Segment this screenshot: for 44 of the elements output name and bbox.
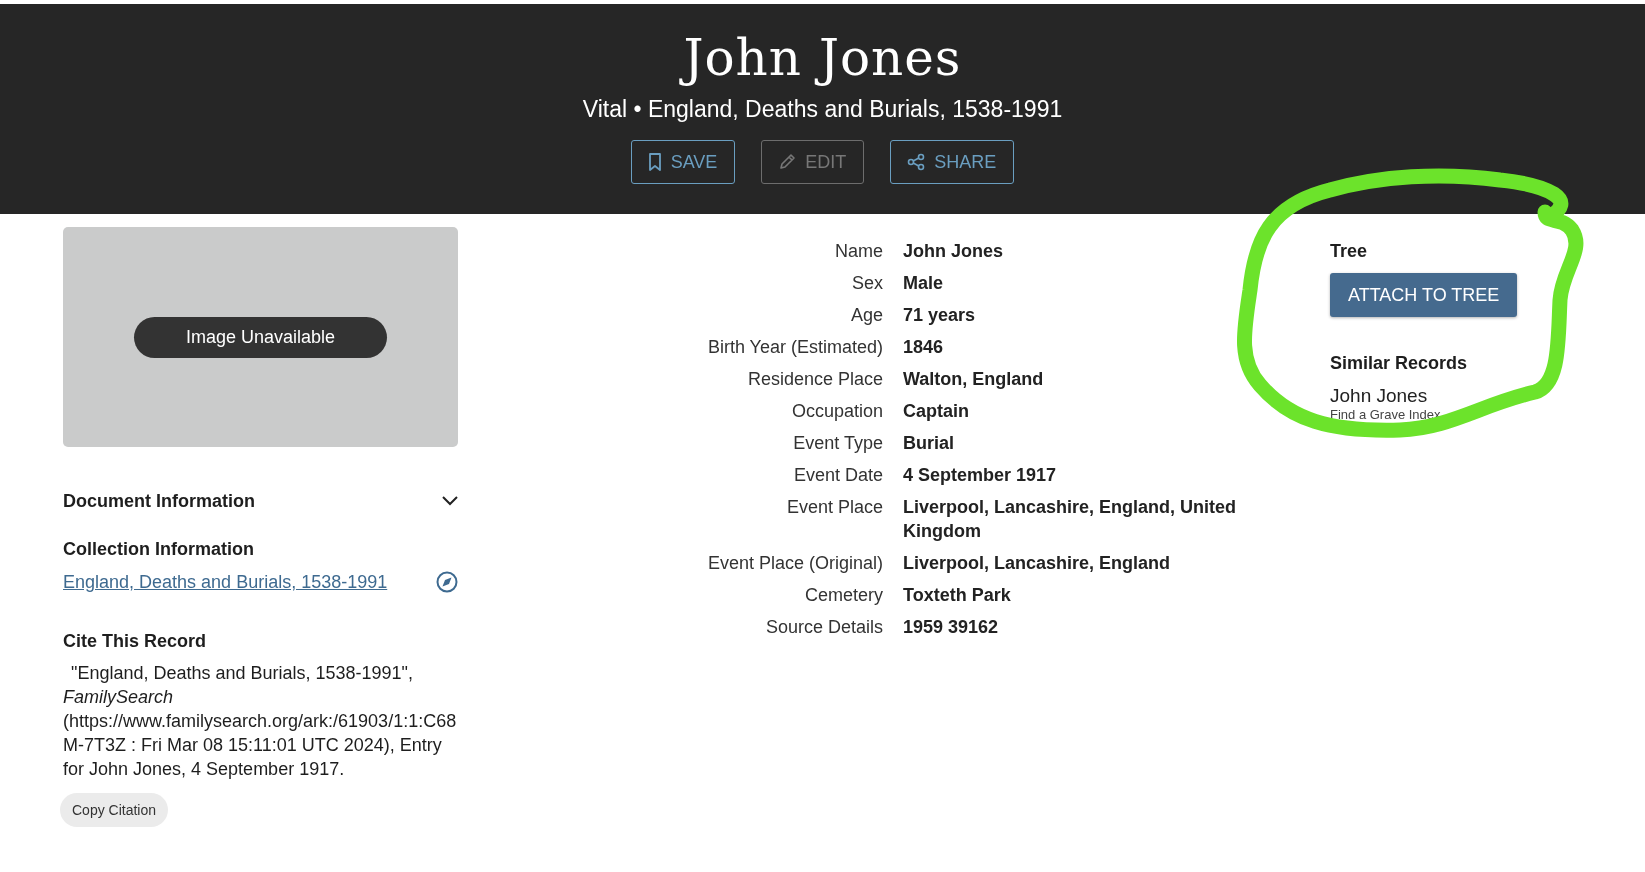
fact-label: Source Details — [764, 616, 883, 639]
copy-citation-button[interactable]: Copy Citation — [60, 793, 169, 827]
fact-value: 1846 — [903, 336, 945, 359]
section-heading: Similar Records — [1330, 352, 1469, 375]
image-unavailable-label: Image Unavailable — [134, 316, 387, 358]
fact-label: Cemetery — [803, 584, 883, 607]
fact-label: Event Type — [792, 432, 883, 455]
share-button[interactable]: SHARE — [890, 140, 1015, 184]
attach-to-tree-button[interactable]: ATTACH TO TREE — [1330, 273, 1518, 317]
citation-text: "England, Deaths and Burials, 1538-1991", FamilySearch (https://www.familysearch.org/ark:/61903/1:1:C68M-7T3Z : Fri Mar 08 15:11:01 UTC 2024), Entry for John Jones, 4 September 1917. — [63, 662, 458, 781]
fact-value: Male — [903, 272, 945, 295]
compass-icon[interactable] — [436, 571, 458, 593]
fact-label: Event Date — [792, 464, 883, 487]
fact-value: Liverpool, Lancashire, England, United Kingdom — [903, 496, 1238, 543]
chevron-down-icon[interactable] — [442, 496, 458, 506]
fact-value: 4 September 1917 — [903, 464, 1058, 487]
record-subtitle: Vital • England, Deaths and Burials, 1538-1991 — [582, 95, 1063, 124]
section-heading: Tree — [1330, 240, 1369, 263]
save-button[interactable]: SAVE — [630, 140, 736, 184]
fact-label: Event Place (Original) — [706, 552, 883, 575]
fact-value: 71 years — [903, 304, 977, 327]
section-heading: Collection Information — [63, 538, 255, 561]
collection-link[interactable]: England, Deaths and Burials, 1538-1991 — [63, 571, 388, 593]
bookmark-icon — [647, 153, 662, 171]
fact-label: Name — [834, 240, 883, 263]
fact-label: Occupation — [790, 400, 883, 423]
section-heading: Document Information — [63, 490, 255, 513]
fact-label: Birth Year (Estimated) — [706, 336, 883, 359]
similar-record-link[interactable]: John Jones — [1330, 385, 1518, 407]
fact-value: 1959 39162 — [903, 616, 1000, 639]
pencil-icon — [778, 153, 797, 171]
fact-label: Age — [849, 304, 883, 327]
fact-value: Burial — [903, 432, 955, 455]
fact-label: Residence Place — [746, 368, 883, 391]
record-source: Find a Grave Index — [1330, 407, 1442, 423]
fact-value: Walton, England — [903, 368, 1045, 391]
fact-value: Toxteth Park — [903, 584, 1012, 607]
fact-label: Sex — [850, 272, 883, 295]
section-heading: Cite This Record — [63, 630, 208, 653]
fact-value: John Jones — [903, 240, 1005, 263]
fact-label: Event Place — [785, 496, 883, 519]
fact-value: Liverpool, Lancashire, England — [903, 552, 1172, 575]
share-icon — [907, 153, 926, 171]
fact-value: Captain — [903, 400, 970, 423]
